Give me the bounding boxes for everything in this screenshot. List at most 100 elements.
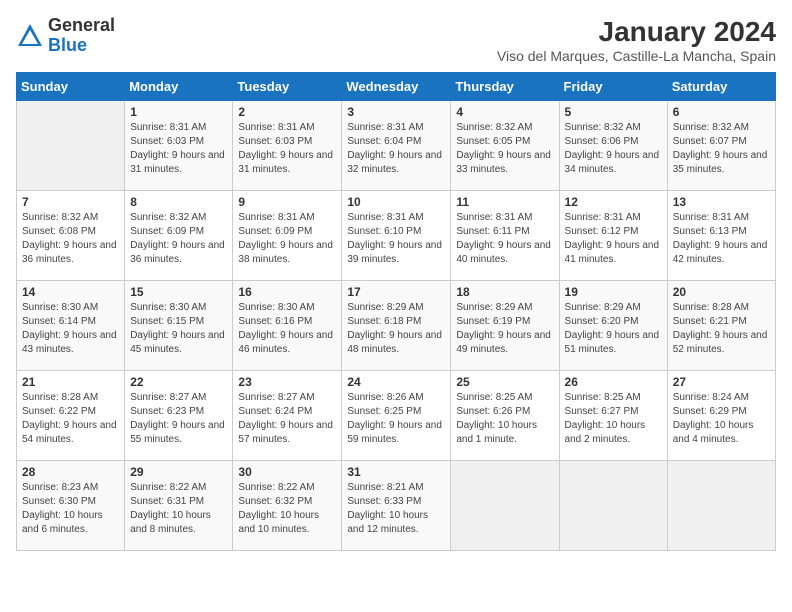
calendar-cell: 31Sunrise: 8:21 AMSunset: 6:33 PMDayligh… bbox=[342, 461, 451, 551]
cell-content: Sunrise: 8:26 AMSunset: 6:25 PMDaylight:… bbox=[347, 391, 445, 447]
calendar-cell: 17Sunrise: 8:29 AMSunset: 6:18 PMDayligh… bbox=[342, 281, 451, 371]
logo-blue: Blue bbox=[48, 35, 87, 55]
day-number: 24 bbox=[347, 375, 445, 389]
cell-content: Sunrise: 8:28 AMSunset: 6:22 PMDaylight:… bbox=[22, 391, 119, 447]
calendar-cell bbox=[667, 461, 775, 551]
cell-content: Sunrise: 8:30 AMSunset: 6:16 PMDaylight:… bbox=[238, 301, 336, 357]
page-header: General Blue January 2024 Viso del Marqu… bbox=[16, 16, 776, 64]
header-saturday: Saturday bbox=[667, 73, 775, 101]
cell-content: Sunrise: 8:31 AMSunset: 6:11 PMDaylight:… bbox=[456, 211, 553, 267]
calendar-week-row: 21 Sunrise: 8:28 AMSunset: 6:22 PMDayligh… bbox=[17, 371, 776, 461]
calendar-cell: 20 Sunrise: 8:28 AMSunset: 6:21 PMDayligh… bbox=[667, 281, 775, 371]
cell-content: Sunrise: 8:27 AMSunset: 6:24 PMDaylight:… bbox=[238, 391, 336, 447]
calendar-cell: 18 Sunrise: 8:29 AMSunset: 6:19 PMDayligh… bbox=[451, 281, 559, 371]
calendar-cell: 8Sunrise: 8:32 AMSunset: 6:09 PMDaylight… bbox=[125, 191, 233, 281]
day-number: 28 bbox=[22, 465, 119, 479]
calendar-cell: 28 Sunrise: 8:23 AMSunset: 6:30 PMDayligh… bbox=[17, 461, 125, 551]
day-number: 10 bbox=[347, 195, 445, 209]
calendar-week-row: 14 Sunrise: 8:30 AMSunset: 6:14 PMDayligh… bbox=[17, 281, 776, 371]
cell-content: Sunrise: 8:23 AMSunset: 6:30 PMDaylight:… bbox=[22, 481, 119, 537]
cell-content: Sunrise: 8:31 AMSunset: 6:13 PMDaylight:… bbox=[673, 211, 770, 267]
calendar-cell: 21 Sunrise: 8:28 AMSunset: 6:22 PMDayligh… bbox=[17, 371, 125, 461]
calendar-header-row: SundayMondayTuesdayWednesdayThursdayFrid… bbox=[17, 73, 776, 101]
day-number: 21 bbox=[22, 375, 119, 389]
calendar-subtitle: Viso del Marques, Castille-La Mancha, Sp… bbox=[497, 48, 776, 64]
calendar-cell: 7Sunrise: 8:32 AMSunset: 6:08 PMDaylight… bbox=[17, 191, 125, 281]
calendar-cell: 23 Sunrise: 8:27 AMSunset: 6:24 PMDayligh… bbox=[233, 371, 342, 461]
cell-content: Sunrise: 8:32 AMSunset: 6:07 PMDaylight:… bbox=[673, 121, 770, 177]
header-tuesday: Tuesday bbox=[233, 73, 342, 101]
calendar-cell: 10 Sunrise: 8:31 AMSunset: 6:10 PMDayligh… bbox=[342, 191, 451, 281]
day-number: 17 bbox=[347, 285, 445, 299]
day-number: 14 bbox=[22, 285, 119, 299]
calendar-cell: 30 Sunrise: 8:22 AMSunset: 6:32 PMDayligh… bbox=[233, 461, 342, 551]
cell-content: Sunrise: 8:32 AMSunset: 6:06 PMDaylight:… bbox=[565, 121, 662, 177]
cell-content: Sunrise: 8:24 AMSunset: 6:29 PMDaylight:… bbox=[673, 391, 770, 447]
calendar-cell: 24 Sunrise: 8:26 AMSunset: 6:25 PMDayligh… bbox=[342, 371, 451, 461]
cell-content: Sunrise: 8:22 AMSunset: 6:31 PMDaylight:… bbox=[130, 481, 227, 537]
day-number: 16 bbox=[238, 285, 336, 299]
calendar-cell: 2Sunrise: 8:31 AMSunset: 6:03 PMDaylight… bbox=[233, 101, 342, 191]
day-number: 6 bbox=[673, 105, 770, 119]
calendar-cell: 6 Sunrise: 8:32 AMSunset: 6:07 PMDaylight… bbox=[667, 101, 775, 191]
calendar-cell: 1 Sunrise: 8:31 AMSunset: 6:03 PMDaylight… bbox=[125, 101, 233, 191]
day-number: 26 bbox=[565, 375, 662, 389]
cell-content: Sunrise: 8:31 AMSunset: 6:09 PMDaylight:… bbox=[238, 211, 336, 267]
day-number: 13 bbox=[673, 195, 770, 209]
day-number: 1 bbox=[130, 105, 227, 119]
cell-content: Sunrise: 8:31 AMSunset: 6:04 PMDaylight:… bbox=[347, 121, 445, 177]
calendar-cell: 5 Sunrise: 8:32 AMSunset: 6:06 PMDaylight… bbox=[559, 101, 667, 191]
calendar-cell: 12 Sunrise: 8:31 AMSunset: 6:12 PMDayligh… bbox=[559, 191, 667, 281]
calendar-cell: 29 Sunrise: 8:22 AMSunset: 6:31 PMDayligh… bbox=[125, 461, 233, 551]
cell-content: Sunrise: 8:29 AMSunset: 6:20 PMDaylight:… bbox=[565, 301, 662, 357]
cell-content: Sunrise: 8:31 AMSunset: 6:10 PMDaylight:… bbox=[347, 211, 445, 267]
day-number: 7 bbox=[22, 195, 119, 209]
title-block: January 2024 Viso del Marques, Castille-… bbox=[497, 16, 776, 64]
calendar-table: SundayMondayTuesdayWednesdayThursdayFrid… bbox=[16, 72, 776, 551]
day-number: 12 bbox=[565, 195, 662, 209]
day-number: 30 bbox=[238, 465, 336, 479]
day-number: 9 bbox=[238, 195, 336, 209]
day-number: 27 bbox=[673, 375, 770, 389]
header-wednesday: Wednesday bbox=[342, 73, 451, 101]
calendar-cell bbox=[559, 461, 667, 551]
day-number: 23 bbox=[238, 375, 336, 389]
day-number: 3 bbox=[347, 105, 445, 119]
calendar-cell: 11Sunrise: 8:31 AMSunset: 6:11 PMDayligh… bbox=[451, 191, 559, 281]
cell-content: Sunrise: 8:30 AMSunset: 6:14 PMDaylight:… bbox=[22, 301, 119, 357]
header-monday: Monday bbox=[125, 73, 233, 101]
calendar-cell: 9 Sunrise: 8:31 AMSunset: 6:09 PMDaylight… bbox=[233, 191, 342, 281]
cell-content: Sunrise: 8:22 AMSunset: 6:32 PMDaylight:… bbox=[238, 481, 336, 537]
day-number: 29 bbox=[130, 465, 227, 479]
cell-content: Sunrise: 8:27 AMSunset: 6:23 PMDaylight:… bbox=[130, 391, 227, 447]
cell-content: Sunrise: 8:28 AMSunset: 6:21 PMDaylight:… bbox=[673, 301, 770, 357]
cell-content: Sunrise: 8:30 AMSunset: 6:15 PMDaylight:… bbox=[130, 301, 227, 357]
calendar-title: January 2024 bbox=[497, 16, 776, 48]
day-number: 31 bbox=[347, 465, 445, 479]
cell-content: Sunrise: 8:31 AMSunset: 6:03 PMDaylight:… bbox=[130, 121, 227, 177]
cell-content: Sunrise: 8:32 AMSunset: 6:09 PMDaylight:… bbox=[130, 211, 227, 267]
cell-content: Sunrise: 8:32 AMSunset: 6:05 PMDaylight:… bbox=[456, 121, 553, 177]
day-number: 15 bbox=[130, 285, 227, 299]
cell-content: Sunrise: 8:29 AMSunset: 6:19 PMDaylight:… bbox=[456, 301, 553, 357]
calendar-cell: 25Sunrise: 8:25 AMSunset: 6:26 PMDayligh… bbox=[451, 371, 559, 461]
day-number: 20 bbox=[673, 285, 770, 299]
day-number: 19 bbox=[565, 285, 662, 299]
calendar-cell: 13 Sunrise: 8:31 AMSunset: 6:13 PMDayligh… bbox=[667, 191, 775, 281]
logo-general: General bbox=[48, 15, 115, 35]
calendar-cell: 14 Sunrise: 8:30 AMSunset: 6:14 PMDayligh… bbox=[17, 281, 125, 371]
logo-text: General Blue bbox=[48, 16, 115, 56]
logo: General Blue bbox=[16, 16, 115, 56]
cell-content: Sunrise: 8:31 AMSunset: 6:12 PMDaylight:… bbox=[565, 211, 662, 267]
calendar-cell bbox=[17, 101, 125, 191]
calendar-cell: 19 Sunrise: 8:29 AMSunset: 6:20 PMDayligh… bbox=[559, 281, 667, 371]
day-number: 18 bbox=[456, 285, 553, 299]
calendar-cell: 27 Sunrise: 8:24 AMSunset: 6:29 PMDayligh… bbox=[667, 371, 775, 461]
day-number: 25 bbox=[456, 375, 553, 389]
day-number: 5 bbox=[565, 105, 662, 119]
header-friday: Friday bbox=[559, 73, 667, 101]
calendar-cell: 3 Sunrise: 8:31 AMSunset: 6:04 PMDaylight… bbox=[342, 101, 451, 191]
calendar-cell bbox=[451, 461, 559, 551]
day-number: 2 bbox=[238, 105, 336, 119]
calendar-week-row: 7Sunrise: 8:32 AMSunset: 6:08 PMDaylight… bbox=[17, 191, 776, 281]
